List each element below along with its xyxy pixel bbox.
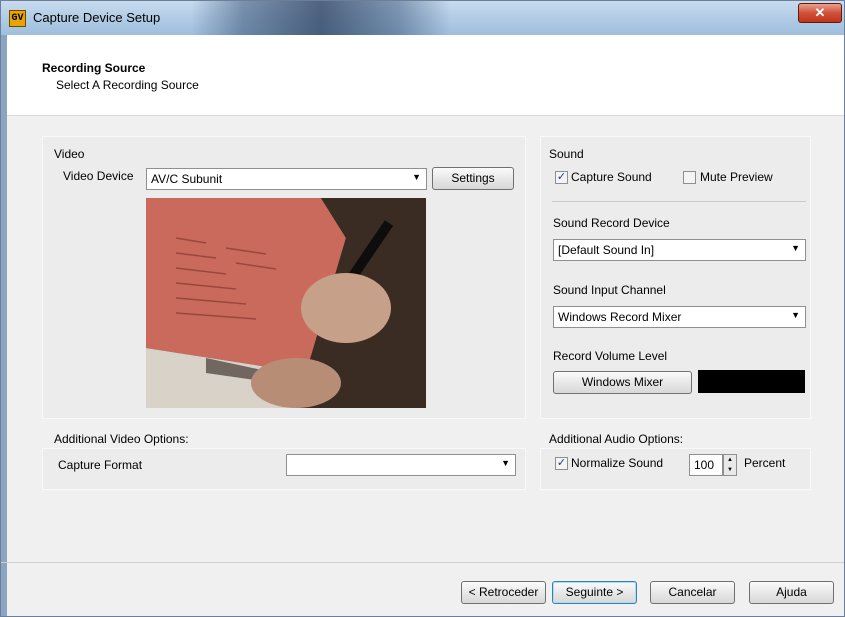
check-mark-icon: ✓ bbox=[556, 171, 567, 183]
additional-video-options-label: Additional Video Options: bbox=[54, 432, 189, 446]
sound-input-channel-select[interactable]: Windows Record Mixer ▼ bbox=[553, 306, 806, 328]
sound-group-label: Sound bbox=[549, 147, 584, 161]
help-button[interactable]: Ajuda bbox=[749, 581, 834, 604]
capture-device-setup-window: GV Capture Device Setup ✕ Recording Sour… bbox=[0, 0, 845, 617]
sound-record-device-select[interactable]: [Default Sound In] ▼ bbox=[553, 239, 806, 261]
percent-spinner-buttons[interactable]: ▲ ▼ bbox=[723, 454, 737, 476]
cancel-button[interactable]: Cancelar bbox=[650, 581, 735, 604]
additional-audio-options-label: Additional Audio Options: bbox=[549, 432, 684, 446]
chevron-down-icon: ▼ bbox=[501, 458, 510, 468]
video-settings-button[interactable]: Settings bbox=[432, 167, 514, 190]
windows-mixer-button[interactable]: Windows Mixer bbox=[553, 371, 692, 394]
wizard-header: Recording Source Select A Recording Sour… bbox=[1, 35, 844, 116]
capture-format-select[interactable]: ▼ bbox=[286, 454, 516, 476]
capture-sound-checkbox[interactable]: ✓ bbox=[555, 171, 568, 184]
title-bar[interactable]: GV Capture Device Setup ✕ bbox=[1, 1, 844, 35]
window-title: Capture Device Setup bbox=[33, 10, 161, 25]
app-icon: GV bbox=[9, 10, 26, 27]
video-preview bbox=[146, 198, 426, 408]
spin-up-icon[interactable]: ▲ bbox=[724, 455, 736, 465]
title-bar-decoration bbox=[191, 1, 451, 35]
record-volume-level-label: Record Volume Level bbox=[553, 349, 668, 363]
video-group-label: Video bbox=[54, 147, 85, 161]
sound-record-device-label: Sound Record Device bbox=[553, 216, 670, 230]
normalize-sound-label[interactable]: Normalize Sound bbox=[571, 456, 663, 470]
percent-spinner[interactable]: 100 bbox=[689, 454, 723, 476]
chevron-down-icon: ▼ bbox=[791, 310, 800, 320]
sound-input-channel-value: Windows Record Mixer bbox=[558, 310, 682, 324]
sound-record-device-value: [Default Sound In] bbox=[558, 243, 655, 257]
page-subtitle: Select A Recording Source bbox=[56, 78, 199, 92]
video-preview-image bbox=[146, 198, 426, 408]
video-device-value: AV/C Subunit bbox=[151, 172, 223, 186]
sound-separator bbox=[552, 201, 806, 202]
footer-divider bbox=[1, 562, 844, 563]
percent-value: 100 bbox=[694, 458, 715, 472]
percent-label: Percent bbox=[744, 456, 786, 470]
next-button[interactable]: Seguinte > bbox=[552, 581, 637, 604]
video-device-label: Video Device bbox=[63, 169, 134, 183]
capture-sound-label[interactable]: Capture Sound bbox=[571, 170, 652, 184]
sound-input-channel-label: Sound Input Channel bbox=[553, 283, 666, 297]
record-volume-meter bbox=[698, 370, 805, 393]
video-device-select[interactable]: AV/C Subunit ▼ bbox=[146, 168, 427, 190]
chevron-down-icon: ▼ bbox=[791, 243, 800, 253]
close-button[interactable]: ✕ bbox=[798, 3, 842, 23]
chevron-down-icon: ▼ bbox=[412, 172, 421, 182]
spin-down-icon[interactable]: ▼ bbox=[724, 465, 736, 475]
mute-preview-checkbox[interactable] bbox=[683, 171, 696, 184]
normalize-sound-checkbox[interactable]: ✓ bbox=[555, 457, 568, 470]
window-left-edge bbox=[1, 35, 7, 616]
mute-preview-label[interactable]: Mute Preview bbox=[700, 170, 773, 184]
page-title: Recording Source bbox=[42, 61, 146, 75]
back-button[interactable]: < Retroceder bbox=[461, 581, 546, 604]
capture-format-label: Capture Format bbox=[58, 458, 143, 472]
check-mark-icon: ✓ bbox=[556, 457, 567, 469]
